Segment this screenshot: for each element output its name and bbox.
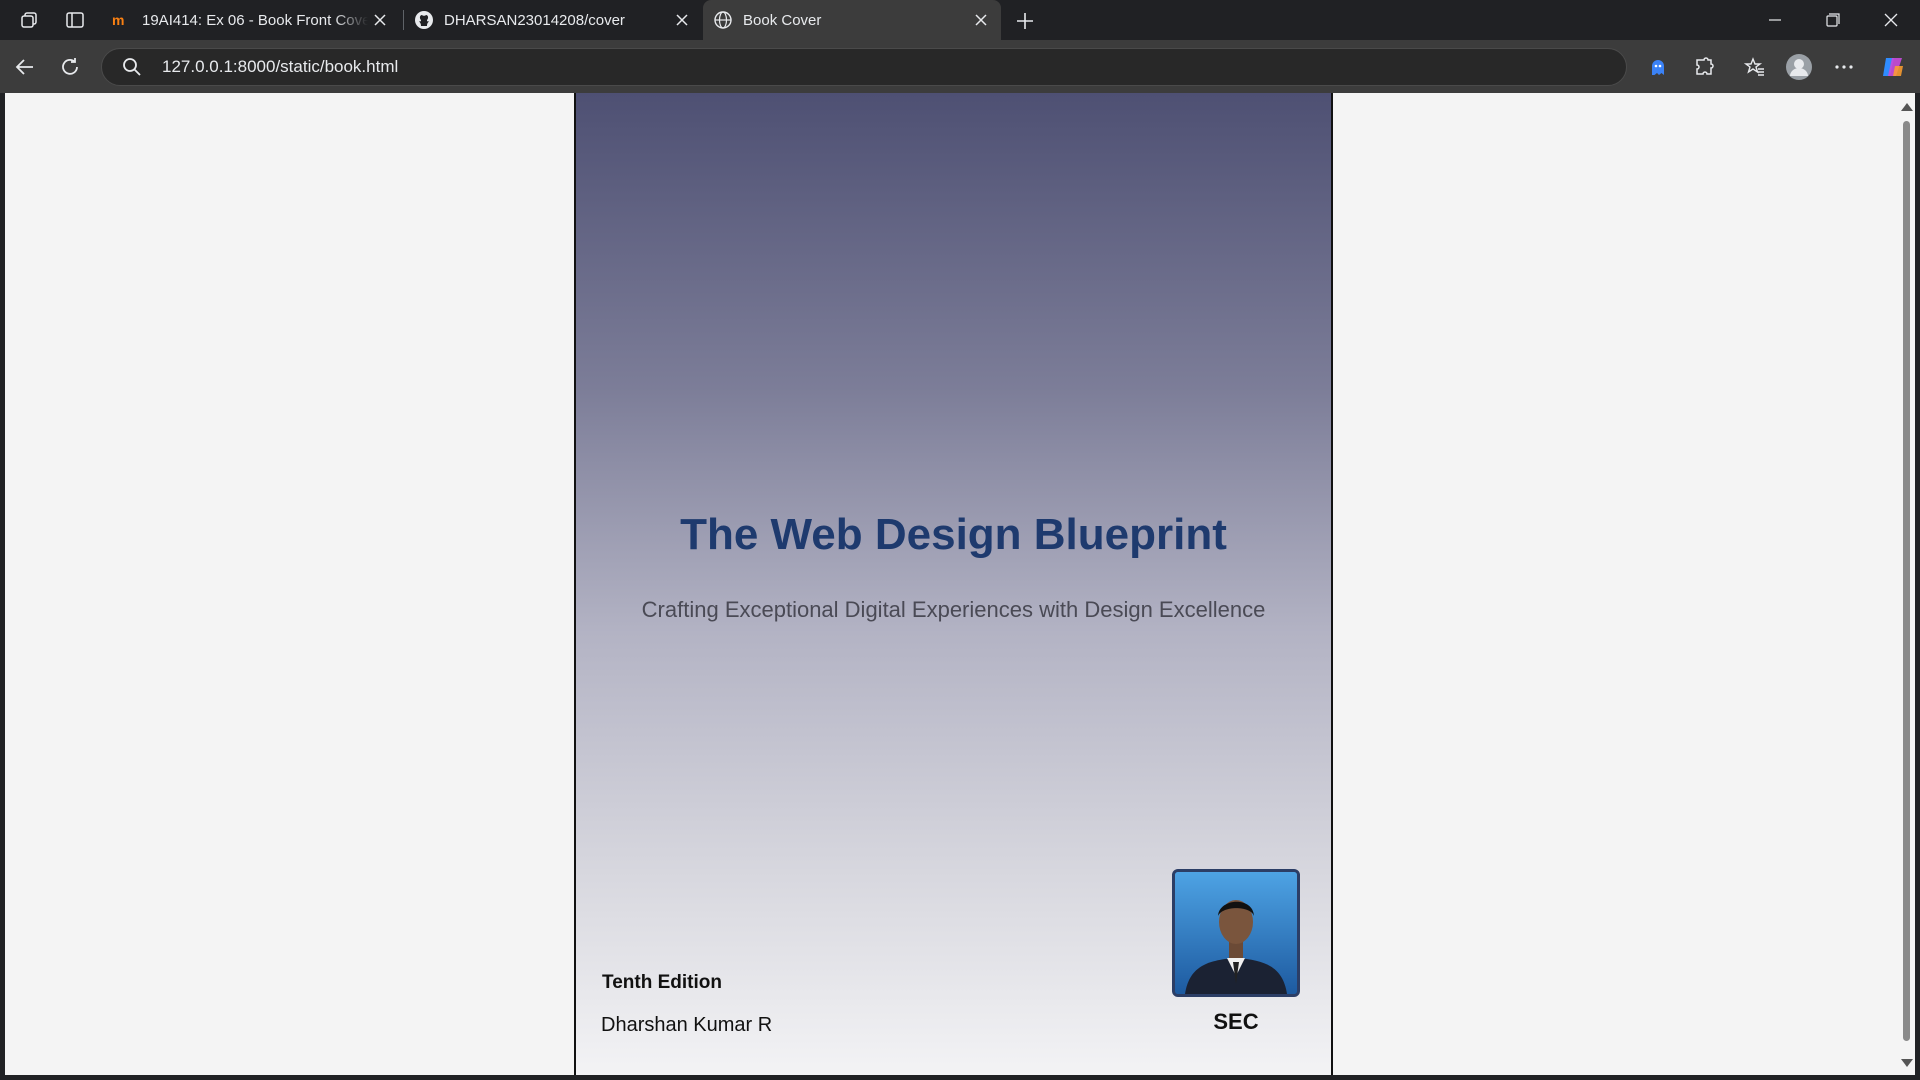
- workspaces-icon[interactable]: [16, 8, 44, 32]
- tab-strip: m 19AI414: Ex 06 - Book Front Cover DHAR…: [0, 0, 1920, 40]
- extensions-icon[interactable]: [1687, 50, 1721, 84]
- author-photo: [1172, 869, 1300, 997]
- author-name: Dharshan Kumar R: [601, 1014, 773, 1036]
- tab-book-cover[interactable]: Book Cover: [703, 0, 1001, 40]
- globe-icon: [713, 10, 733, 30]
- scrollbar-thumb[interactable]: [1903, 121, 1910, 1041]
- close-icon[interactable]: [670, 8, 694, 32]
- moodle-icon: m: [112, 10, 132, 30]
- tab-moodle[interactable]: m 19AI414: Ex 06 - Book Front Cover: [102, 0, 400, 40]
- close-window-button[interactable]: [1863, 0, 1919, 40]
- scroll-down-arrow-icon[interactable]: [1901, 1059, 1913, 1067]
- minimize-button[interactable]: [1747, 0, 1803, 40]
- book-title: The Web Design Blueprint: [680, 510, 1227, 559]
- favorites-icon[interactable]: [1738, 50, 1772, 84]
- tab-title: Book Cover: [743, 11, 822, 29]
- refresh-button[interactable]: [53, 50, 87, 84]
- book-cover: The Web Design Blueprint Crafting Except…: [574, 93, 1333, 1075]
- vertical-scrollbar[interactable]: [1898, 93, 1915, 1075]
- restore-button[interactable]: [1805, 0, 1861, 40]
- tab-actions-icon[interactable]: [61, 8, 89, 32]
- tab-title: 19AI414: Ex 06 - Book Front Cover: [142, 11, 368, 29]
- back-button[interactable]: [8, 50, 42, 84]
- github-icon: [414, 10, 434, 30]
- window-bottom-edge: [0, 1075, 1920, 1080]
- tab-title: DHARSAN23014208/cover: [444, 11, 625, 29]
- close-icon[interactable]: [969, 8, 993, 32]
- address-bar[interactable]: 127.0.0.1:8000/static/book.html: [101, 48, 1627, 86]
- scroll-up-arrow-icon[interactable]: [1901, 103, 1913, 111]
- more-menu-icon[interactable]: [1827, 50, 1861, 84]
- extension-ghost-icon[interactable]: [1641, 50, 1675, 84]
- new-tab-button[interactable]: [1010, 6, 1040, 36]
- close-icon[interactable]: [368, 8, 392, 32]
- edition-label: Tenth Edition: [602, 972, 722, 993]
- page-viewport: The Web Design Blueprint Crafting Except…: [5, 93, 1898, 1075]
- profile-avatar-icon[interactable]: [1782, 50, 1816, 84]
- url-text[interactable]: 127.0.0.1:8000/static/book.html: [162, 57, 398, 77]
- search-icon: [122, 57, 142, 77]
- svg-text:m: m: [112, 13, 124, 27]
- institution-badge: SEC: [1213, 1009, 1259, 1034]
- tab-github[interactable]: DHARSAN23014208/cover: [404, 0, 702, 40]
- book-subtitle: Crafting Exceptional Digital Experiences…: [641, 597, 1266, 622]
- toolbar: 127.0.0.1:8000/static/book.html: [0, 40, 1920, 93]
- copilot-icon[interactable]: [1876, 50, 1910, 84]
